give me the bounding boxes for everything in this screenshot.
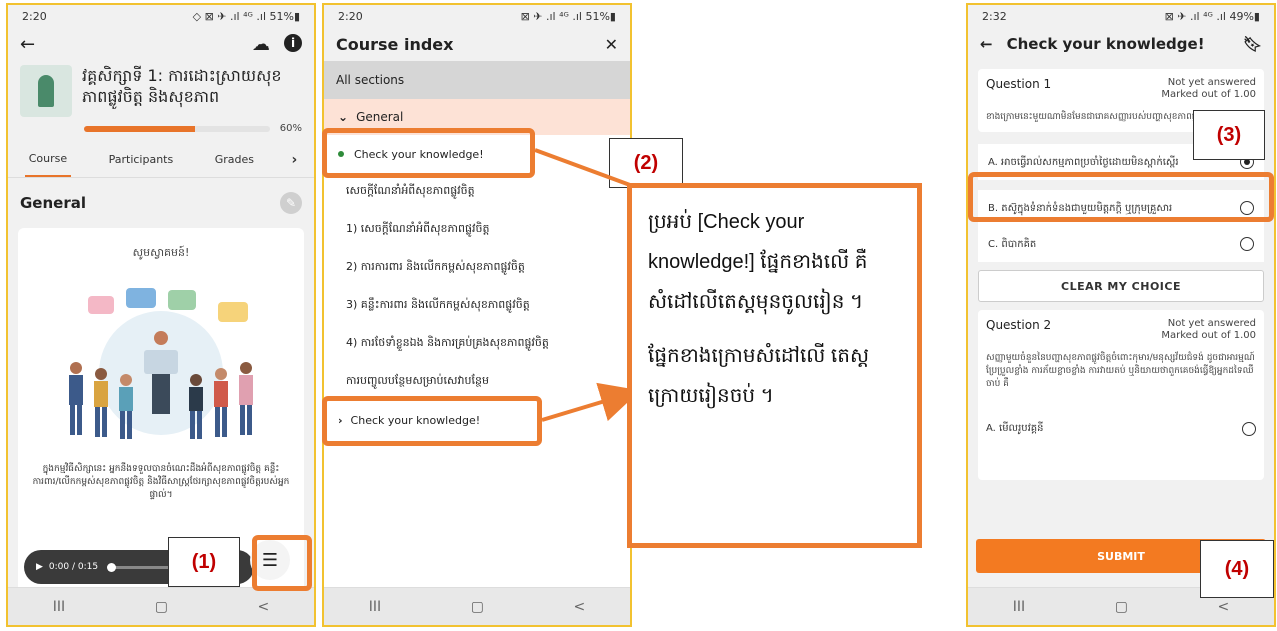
- question-2-card: Question 2 Not yet answered Marked out o…: [978, 310, 1264, 480]
- option-letter: A.: [988, 156, 998, 168]
- tab-participants[interactable]: Participants: [105, 143, 178, 176]
- home-icon[interactable]: ▢: [155, 599, 168, 615]
- top-bar: ← ☁ i: [8, 27, 314, 61]
- pencil-icon[interactable]: ✎: [280, 192, 302, 214]
- radio-icon[interactable]: [1242, 421, 1256, 436]
- index-title: Course index: [336, 34, 454, 54]
- callout-pretest-text: ប្រអប់ [Check your knowledge!] ផ្នែកខាងល…: [648, 211, 868, 313]
- welcome-greeting: សូមស្វាគមន៍!: [132, 246, 190, 259]
- marks-status: Marked out of 1.00: [1161, 330, 1256, 341]
- index-item[interactable]: 1) សេចក្តីណែនាំអំពីសុខភាពផ្លូវចិត្ត: [324, 211, 630, 249]
- index-item[interactable]: សេចក្តីណែនាំអំពីសុខភាពផ្លូវចិត្ត: [324, 173, 630, 211]
- chevron-down-icon: ⌄: [338, 110, 349, 124]
- answer-status: Not yet answered: [1167, 77, 1256, 88]
- people-illustration: [69, 288, 253, 439]
- annotation-label-4: (4): [1200, 540, 1274, 598]
- back-arrow-icon[interactable]: ←: [20, 34, 35, 55]
- option-letter: C.: [988, 238, 999, 250]
- back-icon[interactable]: <: [1217, 599, 1229, 615]
- progress-label: 60%: [279, 123, 302, 134]
- question-1-status: Not yet answered Marked out of 1.00: [1161, 77, 1256, 101]
- callout-posttest-text: ផ្នែកខាងក្រោមសំដៅលើ តេស្តក្រោយរៀនចប់ ។: [648, 345, 869, 407]
- question-2-status: Not yet answered Marked out of 1.00: [1161, 318, 1256, 342]
- back-arrow-icon[interactable]: ←: [980, 35, 993, 53]
- back-icon[interactable]: <: [257, 599, 269, 615]
- question-1-label: Question 1: [986, 77, 1052, 91]
- highlight-index-button: [252, 535, 312, 591]
- option-text: មើលរូបវគ្គនី: [999, 423, 1044, 434]
- index-header: Course index ✕: [324, 27, 630, 61]
- back-icon[interactable]: <: [573, 599, 585, 615]
- clear-choice-button[interactable]: CLEAR MY CHOICE: [978, 270, 1264, 302]
- bookmark-icon[interactable]: 🔖︎: [1243, 35, 1262, 53]
- home-icon[interactable]: ▢: [1115, 599, 1128, 615]
- status-time: 2:32: [982, 9, 1007, 23]
- status-bar: 2:32 ⊠ ✈ .ıl ⁴ᴳ .ıl 49%▮: [968, 5, 1274, 27]
- status-time: 2:20: [22, 9, 47, 23]
- android-nav-bar: III ▢ <: [8, 587, 314, 625]
- audio-time: 0:00 / 0:15: [48, 562, 99, 572]
- highlight-pretest: [322, 128, 535, 178]
- status-bar: 2:20 ◇ ⊠ ✈ .ıl ⁴ᴳ .ıl 51%▮: [8, 5, 314, 27]
- explanation-callout: ប្រអប់ [Check your knowledge!] ផ្នែកខាងល…: [627, 183, 922, 548]
- status-bar: 2:20 ⊠ ✈ .ıl ⁴ᴳ .ıl 51%▮: [324, 5, 630, 27]
- quiz-header: ← Check your knowledge! 🔖︎: [968, 27, 1274, 61]
- play-icon[interactable]: ▶: [36, 562, 43, 572]
- close-icon[interactable]: ✕: [605, 35, 618, 54]
- answer-status: Not yet answered: [1167, 318, 1256, 329]
- course-index-screen: 2:20 ⊠ ✈ .ıl ⁴ᴳ .ıl 51%▮ Course index ✕ …: [322, 3, 632, 627]
- option-letter: A.: [986, 423, 996, 434]
- question-2-text: សញ្ញាមួយចំនួននៃបញ្ហាសុខភាពផ្លូវចិត្តចំពោ…: [986, 353, 1255, 389]
- radio-icon[interactable]: [1240, 237, 1254, 251]
- question-2-label: Question 2: [986, 318, 1052, 332]
- quiz-screen: 2:32 ⊠ ✈ .ıl ⁴ᴳ .ıl 49%▮ ← Check your kn…: [966, 3, 1276, 627]
- status-icons: ⊠ ✈ .ıl ⁴ᴳ .ıl 51%▮: [520, 9, 616, 23]
- download-cloud-icon[interactable]: ☁: [252, 34, 270, 55]
- progress-bar: [84, 125, 270, 132]
- option-c[interactable]: C. ពិបាកគិត: [978, 226, 1264, 262]
- course-thumbnail: [20, 65, 72, 117]
- recent-apps-icon[interactable]: III: [1013, 599, 1025, 615]
- status-icons: ⊠ ✈ .ıl ⁴ᴳ .ıl 49%▮: [1164, 9, 1260, 23]
- q2-option-a[interactable]: A. មើលរូបវគ្គនី: [986, 421, 1256, 436]
- audio-seek-bar[interactable]: [107, 562, 171, 572]
- progress-fill: [84, 125, 196, 132]
- index-item[interactable]: 2) ការការពារ និងលើកកម្ពស់សុខភាពផ្លូវចិត្…: [324, 249, 630, 287]
- index-item[interactable]: 3) គន្លឹះការពារ និងលើកកម្ពស់សុខភាពផ្លូវច…: [324, 287, 630, 325]
- recent-apps-icon[interactable]: III: [53, 599, 65, 615]
- general-label: General: [356, 110, 404, 124]
- highlight-option-a: [968, 172, 1274, 222]
- chevron-right-icon[interactable]: ›: [291, 152, 297, 168]
- option-text: អាចធ្វើរាល់សកម្មភាពប្រចាំថ្ងៃដោយមិនស្ពាក…: [1001, 156, 1179, 168]
- course-tabs: Course Participants Grades ›: [8, 142, 314, 178]
- tab-grades[interactable]: Grades: [211, 143, 258, 176]
- recent-apps-icon[interactable]: III: [369, 599, 381, 615]
- android-nav-bar: III ▢ <: [324, 587, 630, 625]
- section-title: General: [20, 194, 86, 212]
- status-time: 2:20: [338, 9, 363, 23]
- index-list: Check your knowledge! សេចក្តីណែនាំអំពីសុ…: [324, 135, 630, 625]
- tab-course[interactable]: Course: [24, 142, 72, 177]
- welcome-text: ក្នុងកម្មវិធីសិក្សានេះ អ្នកនឹងទទួលបានចំណ…: [32, 464, 290, 500]
- section-header: General ✎: [8, 178, 314, 220]
- status-icons: ◇ ⊠ ✈ .ıl ⁴ᴳ .ıl 51%▮: [192, 9, 300, 23]
- course-title: វគ្គសិក្សាទី 1: ការដោះស្រាយសុខភាពផ្លូវចិ…: [82, 66, 282, 106]
- option-text: ពិបាកគិត: [1001, 238, 1037, 250]
- annotation-label-3: (3): [1193, 110, 1265, 160]
- annotation-label-1: (1): [168, 537, 240, 587]
- quiz-title: Check your knowledge!: [1006, 35, 1205, 53]
- index-item[interactable]: 4) ការថែទាំខ្លួនឯង និងការគ្រប់គ្រងសុខភាព…: [324, 325, 630, 363]
- annotation-label-2: (2): [609, 138, 683, 188]
- all-sections-row[interactable]: All sections: [324, 61, 630, 99]
- marks-status: Marked out of 1.00: [1161, 89, 1256, 100]
- course-progress: 60%: [84, 123, 302, 134]
- course-screen: 2:20 ◇ ⊠ ✈ .ıl ⁴ᴳ .ıl 51%▮ ← ☁ i វគ្គសិក…: [6, 3, 316, 627]
- highlight-posttest: [322, 396, 542, 446]
- course-header: វគ្គសិក្សាទី 1: ការដោះស្រាយសុខភាពផ្លូវចិ…: [8, 61, 314, 117]
- info-icon[interactable]: i: [284, 33, 302, 52]
- home-icon[interactable]: ▢: [471, 599, 484, 615]
